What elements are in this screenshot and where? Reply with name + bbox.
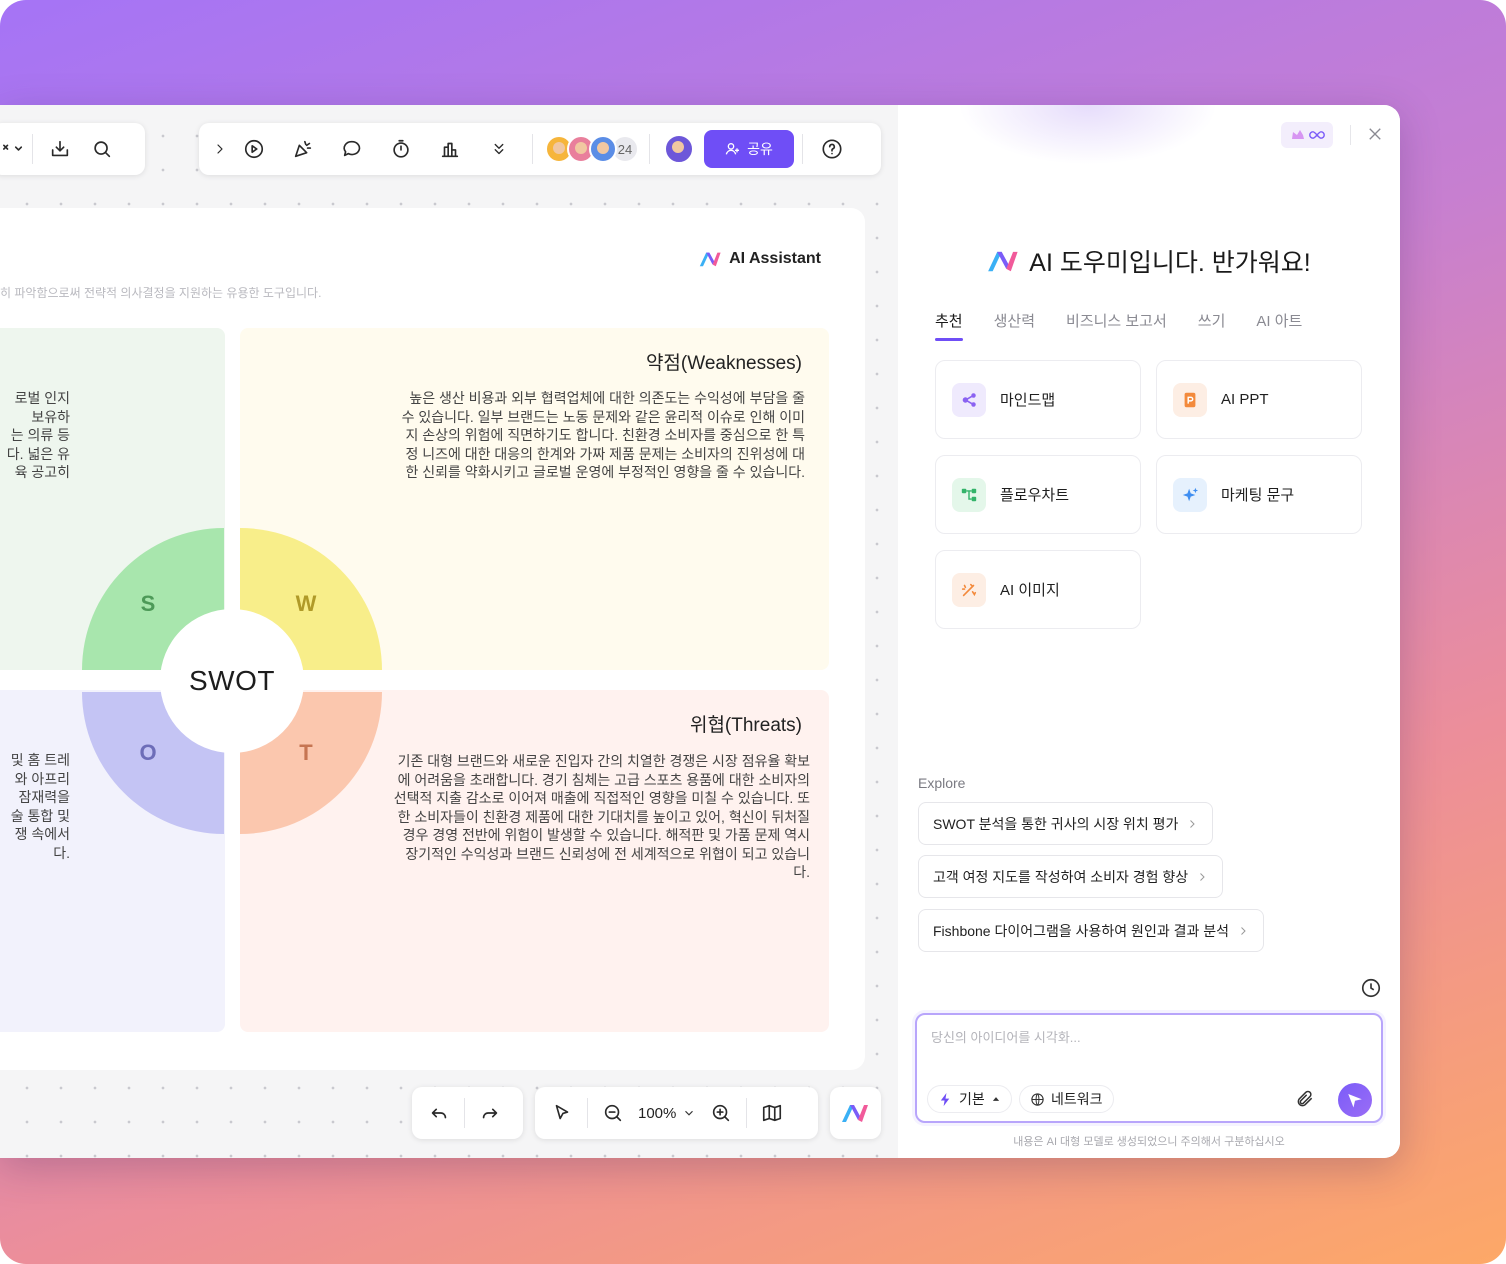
share-button[interactable]: 공유 bbox=[704, 130, 794, 168]
ai-assistant-toggle[interactable] bbox=[830, 1087, 881, 1139]
celebrate-icon[interactable] bbox=[282, 128, 324, 170]
vote-icon[interactable] bbox=[429, 128, 471, 170]
ppt-icon bbox=[1173, 382, 1207, 417]
card-marketing-copy[interactable]: 마케팅 문구 bbox=[1156, 455, 1362, 534]
chevron-right-icon[interactable] bbox=[207, 128, 233, 170]
main-toolbar: 24 공유 bbox=[199, 123, 881, 175]
panel-greeting: AI 도우미입니다. 반가워요! bbox=[898, 243, 1400, 279]
tab-business-report[interactable]: 비즈니스 보고서 bbox=[1066, 310, 1167, 341]
app-window: 24 공유 AI Assistant 히 파악함으로써 전략적 의사결정을 지원… bbox=[0, 105, 1400, 1158]
panel-glow bbox=[958, 105, 1218, 165]
weaknesses-text: 높은 생산 비용과 외부 협력업체에 대한 의존도는 수익성에 부담을 줄 수 … bbox=[401, 390, 805, 480]
explore-item-journey-map[interactable]: 고객 여정 지도를 작성하여 소비자 경험 향상 bbox=[918, 855, 1224, 898]
card-ai-image[interactable]: AI 이미지 bbox=[935, 550, 1141, 629]
comment-icon[interactable] bbox=[331, 128, 373, 170]
chevron-right-icon bbox=[1190, 819, 1196, 828]
timer-icon[interactable] bbox=[380, 128, 422, 170]
flowchart-icon bbox=[952, 477, 986, 512]
card-mindmap[interactable]: 마인드맵 bbox=[935, 360, 1141, 439]
brand-label: AI Assistant bbox=[699, 250, 821, 268]
present-icon[interactable] bbox=[233, 128, 275, 170]
select-pointer-icon[interactable] bbox=[541, 1092, 583, 1134]
zoom-select[interactable]: 100% bbox=[634, 1105, 700, 1122]
caret-up-icon bbox=[992, 1097, 999, 1101]
category-tabs: 추천 생산력 비즈니스 보고서 쓰기 AI 아트 bbox=[935, 310, 1302, 341]
history-toolbar bbox=[412, 1087, 523, 1139]
network-toggle[interactable]: 네트워크 bbox=[1019, 1085, 1114, 1113]
ai-image-icon bbox=[952, 572, 986, 607]
ai-logo-icon bbox=[988, 251, 1018, 272]
opportunities-text: 및 홈 트레 와 아프리 잠재력을 술 통합 및 쟁 속에서 다. bbox=[10, 752, 70, 861]
lightning-icon bbox=[940, 1092, 950, 1106]
unlimited-badge[interactable] bbox=[1281, 122, 1333, 148]
explore-item-swot[interactable]: SWOT 분석을 통한 귀사의 시장 위치 평가 bbox=[918, 802, 1214, 845]
sparkle-icon bbox=[1173, 477, 1207, 512]
close-icon bbox=[1369, 128, 1381, 140]
card-flowchart[interactable]: 플로우차트 bbox=[935, 455, 1141, 534]
help-icon[interactable] bbox=[811, 128, 853, 170]
ai-logo-icon bbox=[841, 1105, 868, 1122]
redo-icon[interactable] bbox=[469, 1092, 511, 1134]
explore-item-fishbone[interactable]: Fishbone 다이어그램을 사용하여 원인과 결과 분석 bbox=[918, 909, 1265, 952]
ai-logo-icon bbox=[699, 252, 721, 267]
mode-select[interactable]: 기본 bbox=[927, 1085, 1012, 1113]
infinity-icon bbox=[1308, 131, 1325, 139]
strengths-text: 로벌 인지 보유하 는 의류 등 다. 넓은 유 육 공고히 bbox=[6, 390, 70, 480]
ai-disclaimer: 내용은 AI 대형 모델로 생성되었으니 주의해서 구분하십시오 bbox=[1013, 1136, 1285, 1148]
send-icon bbox=[1348, 1094, 1362, 1108]
tab-productivity[interactable]: 생산력 bbox=[994, 310, 1035, 341]
chevron-right-icon bbox=[1200, 872, 1205, 881]
tab-writing[interactable]: 쓰기 bbox=[1198, 310, 1226, 341]
left-toolbar bbox=[0, 123, 145, 175]
globe-icon bbox=[1031, 1092, 1044, 1106]
collaborators[interactable]: 24 bbox=[545, 135, 639, 163]
background-frame: 24 공유 AI Assistant 히 파악함으로써 전략적 의사결정을 지원… bbox=[0, 0, 1506, 1264]
tab-recommended[interactable]: 추천 bbox=[935, 310, 963, 341]
avatar bbox=[589, 135, 617, 163]
undo-icon[interactable] bbox=[418, 1092, 460, 1134]
board-subtitle: 히 파악함으로써 전략적 의사결정을 지원하는 유용한 도구입니다. bbox=[0, 286, 322, 300]
card-ai-ppt[interactable]: AI PPT bbox=[1156, 360, 1362, 439]
attach-icon[interactable] bbox=[1295, 1089, 1317, 1111]
divider bbox=[1350, 125, 1351, 145]
swot-board[interactable]: AI Assistant 히 파악함으로써 전략적 의사결정을 지원하는 유용한… bbox=[0, 208, 865, 1070]
zoom-toolbar: 100% bbox=[535, 1087, 818, 1139]
swot-center-label: SWOT bbox=[160, 609, 304, 753]
weaknesses-title: 약점(Weaknesses) bbox=[645, 353, 802, 374]
map-icon[interactable] bbox=[751, 1092, 793, 1134]
zoom-in-icon[interactable] bbox=[700, 1092, 742, 1134]
prompt-input[interactable] bbox=[931, 1027, 1361, 1067]
crown-icon bbox=[1291, 130, 1304, 139]
search-icon[interactable] bbox=[81, 128, 123, 170]
threats-title: 위협(Threats) bbox=[689, 715, 802, 736]
history-icon[interactable] bbox=[1360, 977, 1382, 999]
swot-diagram[interactable]: S W O T SWOT bbox=[82, 528, 382, 834]
zoom-out-icon[interactable] bbox=[592, 1092, 634, 1134]
close-menu-icon[interactable] bbox=[0, 128, 26, 170]
share-label: 공유 bbox=[747, 141, 773, 157]
threats-text: 기존 대형 브랜드와 새로운 진입자 간의 치열한 경쟁은 시장 점유율 확보에… bbox=[393, 753, 810, 880]
add-user-icon bbox=[725, 143, 740, 155]
send-button[interactable] bbox=[1338, 1083, 1372, 1117]
user-avatar[interactable] bbox=[664, 134, 694, 164]
tab-ai-art[interactable]: AI 아트 bbox=[1256, 310, 1302, 341]
close-panel-button[interactable] bbox=[1364, 123, 1386, 145]
chevron-down-icon bbox=[685, 1110, 694, 1116]
ai-assistant-panel: AI 도우미입니다. 반가워요! 추천 생산력 비즈니스 보고서 쓰기 AI 아… bbox=[898, 105, 1400, 1158]
mindmap-icon bbox=[952, 382, 986, 417]
more-tools-icon[interactable] bbox=[478, 128, 520, 170]
prompt-composer: 기본 네트워크 bbox=[915, 1013, 1383, 1123]
export-icon[interactable] bbox=[39, 128, 81, 170]
chevron-right-icon bbox=[1241, 926, 1246, 935]
explore-label: Explore bbox=[918, 775, 966, 791]
